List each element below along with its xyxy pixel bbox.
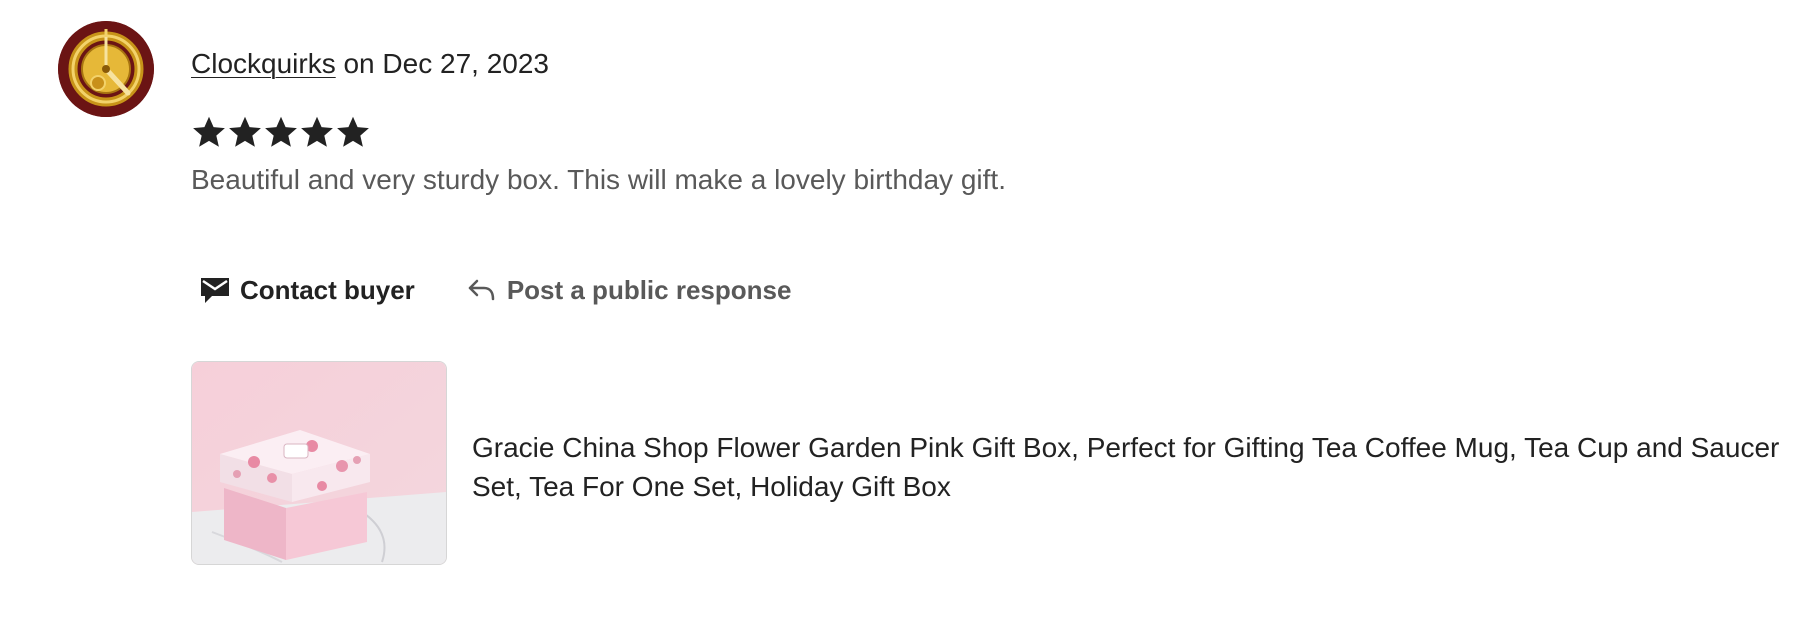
star-rating — [191, 114, 371, 154]
reviewer-name-link[interactable]: Clockquirks — [191, 48, 336, 79]
contact-buyer-label: Contact buyer — [240, 274, 415, 305]
date-prefix: on — [343, 48, 375, 79]
star-filled-icon — [191, 114, 227, 154]
star-filled-icon — [335, 114, 371, 154]
reviewer-avatar[interactable] — [58, 21, 154, 117]
reply-arrow-icon — [467, 277, 497, 303]
star-filled-icon — [299, 114, 335, 154]
review-header: Clockquirks on Dec 27, 2023 — [191, 46, 549, 82]
review-text: Beautiful and very sturdy box. This will… — [191, 164, 1006, 195]
contact-buyer-button[interactable]: Contact buyer — [200, 275, 415, 306]
review-date: Dec 27, 2023 — [382, 48, 549, 79]
star-filled-icon — [263, 114, 299, 154]
post-public-response-label: Post a public response — [506, 274, 792, 305]
envelope-icon — [200, 276, 230, 304]
listing-thumbnail[interactable] — [191, 361, 447, 565]
star-filled-icon — [227, 114, 263, 154]
clock-logo-icon — [58, 21, 154, 117]
review-actions: Contact buyer Post a public response — [200, 268, 791, 312]
pink-gift-box-photo — [192, 362, 446, 564]
post-public-response-button[interactable]: Post a public response — [467, 274, 792, 306]
listing-title-link[interactable]: Gracie China Shop Flower Garden Pink Gif… — [472, 428, 1792, 506]
review-card: Clockquirks on Dec 27, 2023 Beautiful an… — [0, 0, 1816, 644]
